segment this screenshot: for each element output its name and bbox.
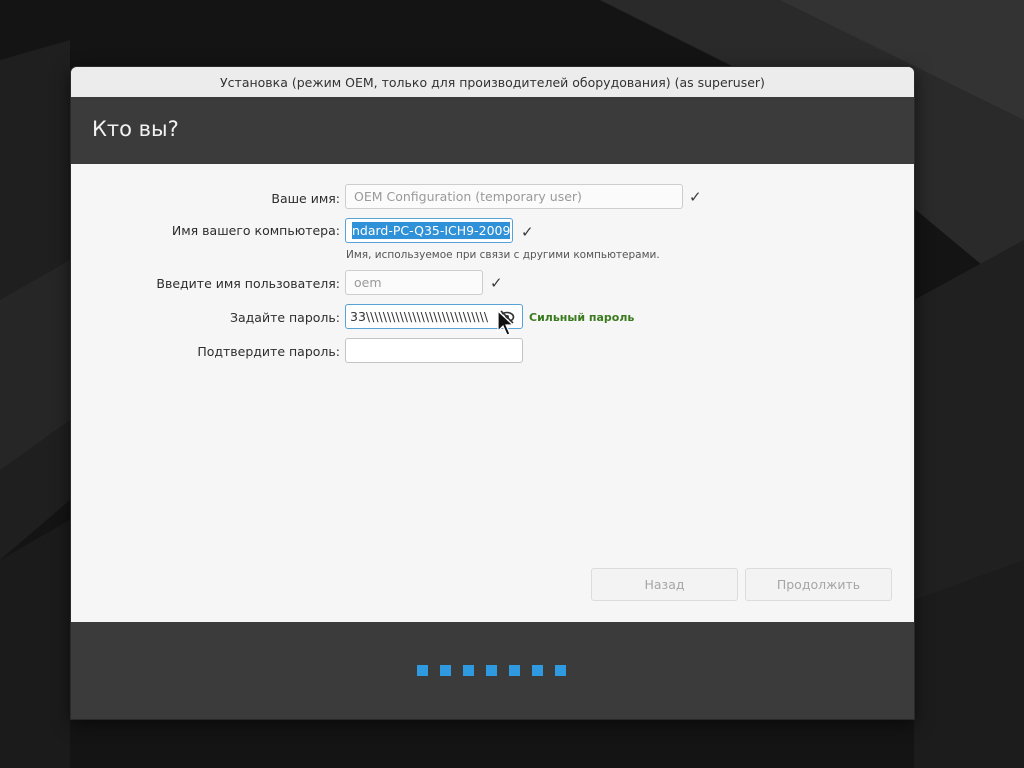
back-button-label: Назад [644, 577, 685, 592]
back-button[interactable]: Назад [591, 568, 738, 601]
password-strength: Сильный пароль [529, 311, 635, 324]
computer-name-value: ndard-PC-Q35-ICH9-2009 [352, 222, 511, 239]
username-value: oem [354, 275, 382, 290]
progress-step [440, 665, 451, 676]
username-valid-check-icon: ✓ [490, 274, 503, 292]
computer-valid-check-icon: ✓ [521, 223, 534, 241]
window-titlebar[interactable]: Установка (режим OEM, только для произво… [71, 67, 914, 98]
computer-name-field[interactable]: ndard-PC-Q35-ICH9-2009 [345, 218, 513, 243]
progress-step [509, 665, 520, 676]
confirm-password-label: Подтвердите пароль: [197, 344, 340, 359]
progress-indicator [417, 665, 566, 676]
computer-name-hint: Имя, используемое при связи с другими ко… [346, 249, 660, 261]
name-label: Ваше имя: [271, 191, 340, 206]
name-value: OEM Configuration (temporary user) [354, 189, 582, 204]
page-title: Кто вы? [92, 117, 179, 141]
window-title: Установка (режим OEM, только для произво… [220, 74, 765, 90]
progress-footer [71, 622, 914, 719]
password-value: 33\\\\\\\\\\\\\\\\\\\\\\\\\\\\\ [350, 309, 489, 324]
progress-step [486, 665, 497, 676]
name-valid-check-icon: ✓ [689, 188, 702, 206]
installer-window: Установка (режим OEM, только для произво… [71, 67, 914, 719]
progress-step [532, 665, 543, 676]
username-field[interactable]: oem [345, 270, 483, 295]
confirm-password-field[interactable] [345, 338, 523, 363]
name-field[interactable]: OEM Configuration (temporary user) [345, 184, 683, 209]
mouse-pointer [497, 310, 515, 336]
computer-name-label: Имя вашего компьютера: [171, 223, 340, 238]
progress-step [463, 665, 474, 676]
progress-step [555, 665, 566, 676]
page-header: Кто вы? [71, 97, 914, 164]
continue-button[interactable]: Продолжить [745, 568, 892, 601]
continue-button-label: Продолжить [776, 577, 861, 592]
username-label: Введите имя пользователя: [156, 276, 340, 291]
password-label: Задайте пароль: [229, 310, 340, 325]
progress-step [417, 665, 428, 676]
